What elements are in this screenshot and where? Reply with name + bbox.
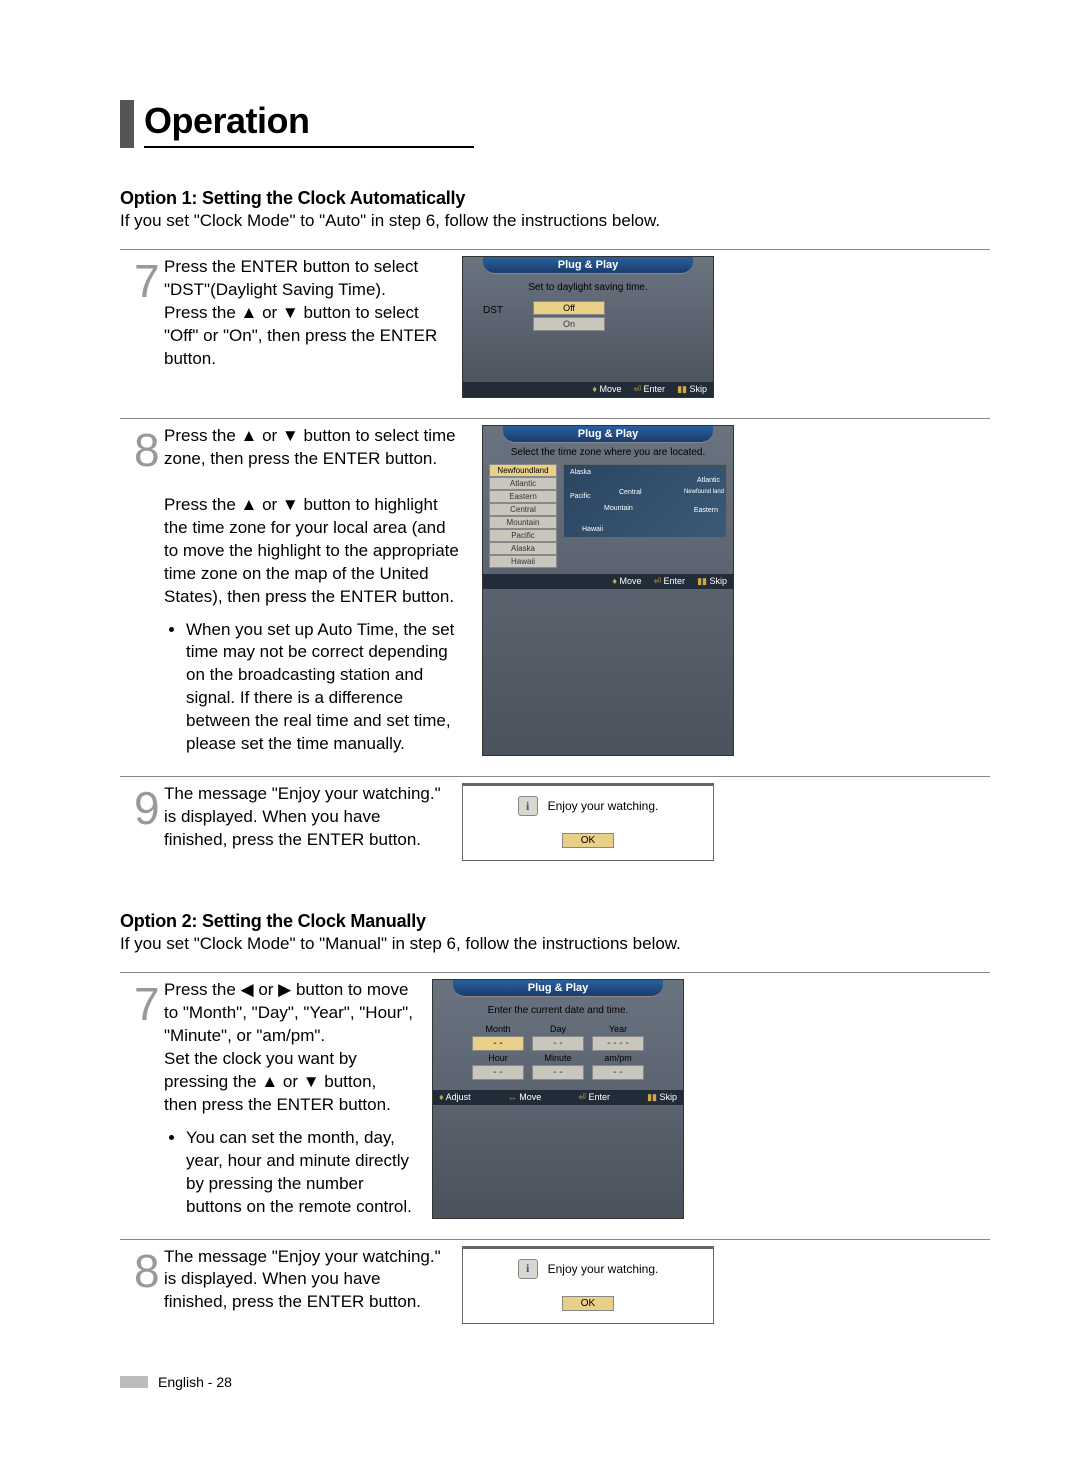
adjust-icon: ♦ (439, 1092, 444, 1102)
footer-tab (120, 1376, 148, 1388)
tz-item[interactable]: Central (489, 503, 557, 516)
step-number: 9 (134, 783, 164, 861)
step-8: 8 Press the ▲ or ▼ button to select time… (120, 418, 990, 756)
date-label-month: Month (472, 1024, 524, 1034)
date-label-ampm: am/pm (592, 1053, 644, 1063)
step8-p2: Press the ▲ or ▼ button to highlight the… (164, 495, 459, 606)
step-number: 8 (134, 425, 164, 756)
date-label-year: Year (592, 1024, 644, 1034)
step-number: 7 (134, 256, 164, 398)
skip-icon: ▮▮ (697, 576, 707, 586)
option1-sub: If you set "Clock Mode" to "Auto" in ste… (120, 211, 990, 231)
tz-item[interactable]: Mountain (489, 516, 557, 529)
step-8b: 8 The message "Enjoy your watching." is … (120, 1239, 990, 1324)
step7b-p1: Press the ◀ or ▶ button to move to "Mont… (164, 980, 413, 1045)
step-text: The message "Enjoy your watching." is di… (164, 1246, 462, 1324)
osd-datetime: Plug & Play Enter the current date and t… (432, 979, 684, 1218)
date-cell-day[interactable]: - - (532, 1036, 584, 1051)
step8-p1: Press the ▲ or ▼ button to select time z… (164, 426, 456, 468)
step-number: 8 (134, 1246, 164, 1324)
step-text: Press the ENTER button to select "DST"(D… (164, 256, 462, 398)
title-accent (120, 100, 134, 148)
skip-icon: ▮▮ (677, 384, 687, 394)
osd-dst: Plug & Play Set to daylight saving time.… (462, 256, 714, 398)
skip-icon: ▮▮ (647, 1092, 657, 1102)
tz-item[interactable]: Alaska (489, 542, 557, 555)
step-text: Press the ▲ or ▼ button to select time z… (164, 425, 482, 756)
osd-prompt: Enter the current date and time. (443, 1005, 673, 1016)
osd-prompt: Select the time zone where you are locat… (489, 447, 727, 458)
osd-title: Plug & Play (483, 257, 693, 274)
page-title: Operation (144, 100, 474, 148)
date-label-minute: Minute (532, 1053, 584, 1063)
info-message: Enjoy your watching. (548, 1262, 659, 1276)
step-9: 9 The message "Enjoy your watching." is … (120, 776, 990, 861)
date-cell-ampm[interactable]: - - (592, 1065, 644, 1080)
timezone-list: Newfoundland Atlantic Eastern Central Mo… (489, 464, 557, 568)
enter-icon: ⏎ (653, 576, 661, 586)
dst-label: DST (483, 301, 503, 316)
step-7b: 7 Press the ◀ or ▶ button to move to "Mo… (120, 972, 990, 1218)
date-cell-hour[interactable]: - - (472, 1065, 524, 1080)
osd-footer: ♦ Move ⏎ Enter ▮▮ Skip (463, 382, 713, 397)
page-footer: English - 28 (120, 1374, 990, 1390)
osd-title: Plug & Play (503, 426, 713, 443)
info-dialog: i Enjoy your watching. OK (462, 1246, 714, 1324)
date-cell-minute[interactable]: - - (532, 1065, 584, 1080)
option2-heading: Option 2: Setting the Clock Manually (120, 911, 990, 932)
option1-heading: Option 1: Setting the Clock Automaticall… (120, 188, 990, 209)
info-dialog: i Enjoy your watching. OK (462, 783, 714, 861)
step7b-p2: Set the clock you want by pressing the ▲… (164, 1049, 391, 1114)
step-text: The message "Enjoy your watching." is di… (164, 783, 462, 861)
option2-sub: If you set "Clock Mode" to "Manual" in s… (120, 934, 990, 954)
tz-item[interactable]: Newfoundland (489, 464, 557, 477)
tz-item[interactable]: Atlantic (489, 477, 557, 490)
osd-prompt: Set to daylight saving time. (473, 282, 703, 293)
osd-timezone: Plug & Play Select the time zone where y… (482, 425, 734, 756)
date-label-hour: Hour (472, 1053, 524, 1063)
osd-footer: ♦ Move ⏎ Enter ▮▮ Skip (483, 574, 733, 589)
enter-icon: ⏎ (578, 1092, 586, 1102)
osd-footer: ♦ Adjust ↔ Move ⏎ Enter ▮▮ Skip (433, 1090, 683, 1105)
step-7: 7 Press the ENTER button to select "DST"… (120, 249, 990, 398)
tz-item[interactable]: Hawaii (489, 555, 557, 568)
ok-button[interactable]: OK (562, 833, 614, 848)
osd-title: Plug & Play (453, 980, 663, 997)
step-number: 7 (134, 979, 164, 1218)
page-number: English - 28 (158, 1374, 232, 1390)
step7-p1: Press the ENTER button to select "DST"(D… (164, 257, 418, 299)
info-message: Enjoy your watching. (548, 799, 659, 813)
step7b-note: You can set the month, day, year, hour a… (186, 1127, 414, 1219)
move-icon: ♦ (612, 576, 617, 586)
page-title-bar: Operation (120, 100, 990, 148)
ok-button[interactable]: OK (562, 1296, 614, 1311)
dst-option-on[interactable]: On (533, 317, 605, 331)
enter-icon: ⏎ (633, 384, 641, 394)
step-text: Press the ◀ or ▶ button to move to "Mont… (164, 979, 432, 1218)
info-icon: i (518, 796, 538, 816)
date-cell-year[interactable]: - - - - (592, 1036, 644, 1051)
date-cell-month[interactable]: - - (472, 1036, 524, 1051)
date-label-day: Day (532, 1024, 584, 1034)
info-icon: i (518, 1259, 538, 1279)
move-icon: ↔ (508, 1092, 517, 1102)
timezone-map: Alaska Pacific Central Mountain Atlantic… (563, 464, 727, 538)
tz-item[interactable]: Pacific (489, 529, 557, 542)
move-icon: ♦ (592, 384, 597, 394)
tz-item[interactable]: Eastern (489, 490, 557, 503)
step8-note: When you set up Auto Time, the set time … (186, 619, 464, 757)
step7-p2: Press the ▲ or ▼ button to select "Off" … (164, 303, 437, 368)
dst-option-off[interactable]: Off (533, 301, 605, 315)
